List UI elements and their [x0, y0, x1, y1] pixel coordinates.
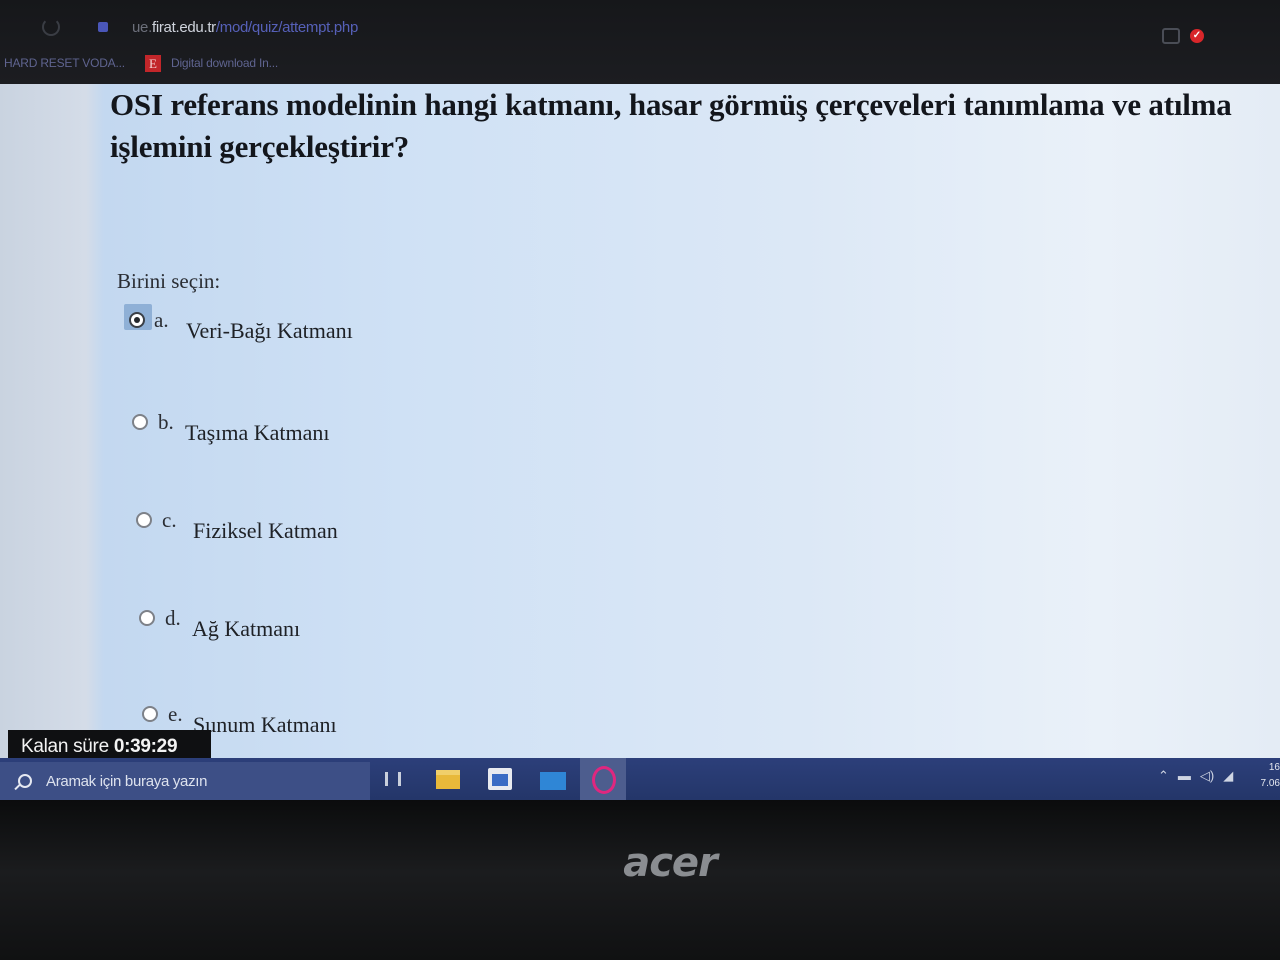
timer-label: Kalan süre — [21, 736, 109, 757]
search-icon — [18, 774, 32, 788]
option-letter: c. — [162, 508, 177, 532]
wifi-icon[interactable]: ◢ — [1223, 768, 1233, 783]
option-text[interactable]: Sunum Katmanı — [193, 712, 337, 738]
task-view-icon[interactable] — [385, 772, 401, 786]
volume-icon[interactable]: ◁) — [1200, 768, 1214, 783]
bookmark-e-icon: E — [145, 55, 161, 72]
bookmarks-bar: HARD RESET VODA... E Digital download In… — [0, 52, 1280, 76]
clock-date: 7.06 — [1260, 778, 1280, 789]
system-tray: ⌃ ▬ ◁) ◢ — [1158, 768, 1242, 784]
store-icon[interactable] — [488, 768, 512, 790]
option-letter: e. — [168, 702, 183, 726]
acer-logo: acer — [623, 840, 718, 886]
radio-a[interactable] — [129, 312, 145, 328]
system-clock[interactable]: 16 7.06 — [1258, 760, 1280, 792]
address-bar[interactable]: ue.firat.edu.tr/mod/quiz/attempt.php — [132, 19, 358, 36]
shield-extension-icon[interactable]: ✓ — [1190, 29, 1204, 43]
taskbar-search-box[interactable]: Aramak için buraya yazın — [0, 762, 370, 800]
option-text[interactable]: Taşıma Katmanı — [185, 420, 329, 446]
opera-icon — [592, 766, 616, 794]
chevron-up-icon[interactable]: ⌃ — [1158, 768, 1169, 783]
option-text[interactable]: Ağ Katmanı — [192, 616, 300, 642]
browser-chrome: ue.firat.edu.tr/mod/quiz/attempt.php ✓ H… — [0, 0, 1280, 84]
site-info-icon[interactable] — [98, 22, 108, 32]
file-explorer-icon[interactable] — [436, 770, 460, 789]
url-host: firat.edu.tr — [151, 19, 216, 36]
option-text[interactable]: Fiziksel Katman — [193, 518, 338, 544]
radio-e[interactable] — [142, 706, 158, 722]
opera-taskbar-button[interactable] — [580, 758, 626, 800]
question-text: OSI referans modelinin hangi katmanı, ha… — [110, 87, 1232, 164]
radio-c[interactable] — [136, 512, 152, 528]
url-path: /mod/quiz/attempt.php — [215, 19, 359, 36]
extension-icon[interactable] — [1162, 28, 1180, 44]
choose-one-prompt: Birini seçin: — [117, 269, 221, 293]
radio-b[interactable] — [132, 414, 148, 430]
bookmark-hard-reset[interactable]: HARD RESET VODA... — [4, 56, 125, 70]
radio-d[interactable] — [139, 610, 155, 626]
taskbar: Aramak için buraya yazın ⌃ ▬ ◁) ◢ 16 7.06 — [0, 758, 1280, 800]
battery-icon[interactable]: ▬ — [1178, 768, 1191, 783]
quiz-page: OSI referans modelinin hangi katmanı, ha… — [0, 84, 1280, 758]
timer-value: 0:39:29 — [113, 736, 178, 757]
clock-time: 16 — [1268, 762, 1280, 773]
reload-icon[interactable] — [42, 18, 60, 36]
option-letter: a. — [154, 308, 169, 332]
option-text[interactable]: Veri-Bağı Katmanı — [186, 318, 353, 344]
option-letter: d. — [165, 606, 181, 630]
bookmark-digital-download[interactable]: Digital download In... — [171, 56, 278, 70]
search-placeholder: Aramak için buraya yazın — [46, 773, 208, 790]
laptop-bezel: acer — [0, 800, 1280, 960]
mail-icon[interactable] — [540, 772, 566, 790]
option-letter: b. — [158, 410, 174, 434]
url-prefix: ue. — [132, 19, 152, 36]
address-bar-row: ue.firat.edu.tr/mod/quiz/attempt.php ✓ — [0, 12, 1280, 46]
